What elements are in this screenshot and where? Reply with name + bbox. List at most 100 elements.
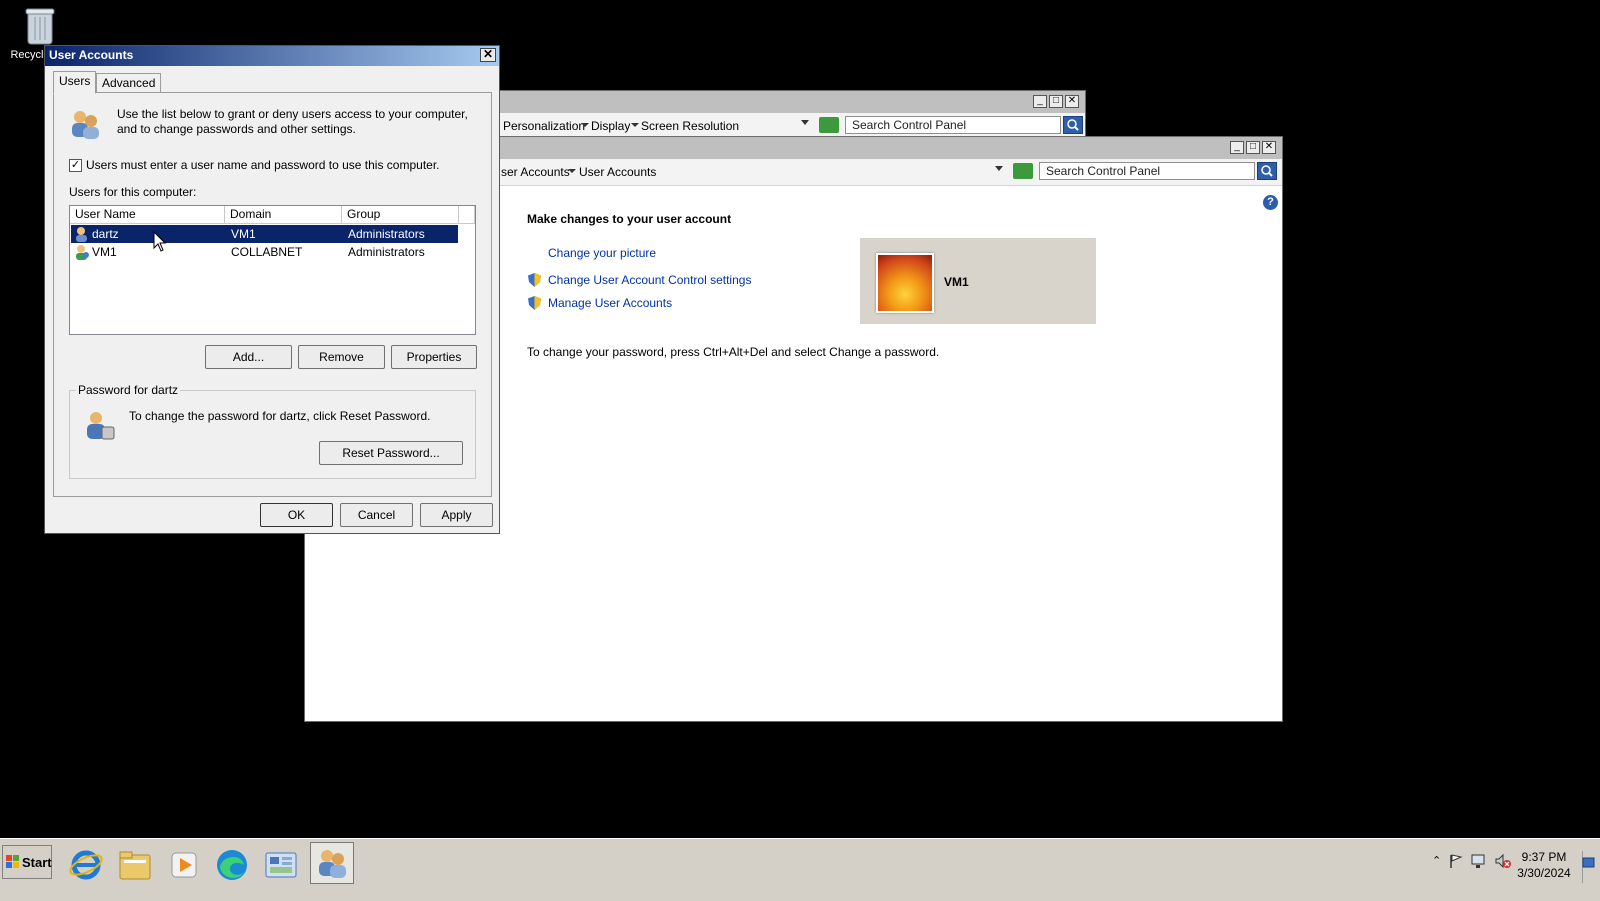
address-history-chevron-icon[interactable] — [995, 166, 1003, 171]
chevron-down-icon[interactable] — [581, 123, 589, 127]
manage-user-accounts-link[interactable]: Manage User Accounts — [548, 296, 672, 310]
volume-muted-icon[interactable] — [1494, 853, 1512, 869]
refresh-icon[interactable] — [1013, 163, 1033, 179]
help-icon[interactable]: ? — [1263, 195, 1278, 210]
media-player-taskbar-button[interactable] — [164, 845, 204, 885]
search-icon — [1067, 119, 1079, 131]
users-list-label: Users for this computer: — [69, 185, 197, 199]
show-desktop-button[interactable] — [1582, 851, 1595, 883]
column-header-domain[interactable]: Domain — [225, 206, 342, 224]
password-instructions: To change the password for dartz, click … — [129, 409, 431, 423]
chevron-down-icon[interactable] — [568, 169, 576, 173]
uac-shield-icon — [528, 273, 541, 287]
apply-button[interactable]: Apply — [420, 503, 493, 527]
reset-password-button[interactable]: Reset Password... — [319, 441, 463, 465]
account-tile: VM1 — [860, 238, 1096, 324]
display-window[interactable]: _ □ ✕ Personalization Display Screen Res… — [496, 90, 1086, 140]
password-group-label: Password for dartz — [76, 383, 181, 397]
password-groupbox: Password for dartz To change the passwor… — [69, 383, 476, 479]
column-header-user-name[interactable]: User Name — [70, 206, 225, 224]
clock-time: 9:37 PM — [1521, 850, 1567, 864]
row-group: Administrators — [348, 227, 425, 241]
search-button[interactable] — [1257, 162, 1277, 180]
account-name: VM1 — [944, 275, 969, 289]
maximize-button[interactable]: □ — [1049, 95, 1063, 108]
users-list[interactable]: User Name Domain Group dartz VM1 Adminis… — [69, 205, 476, 335]
change-picture-link[interactable]: Change your picture — [548, 246, 656, 260]
control-panel-icon — [265, 852, 297, 878]
display-window-titlebar[interactable]: _ □ ✕ — [497, 91, 1085, 113]
password-note: To change your password, press Ctrl+Alt+… — [527, 345, 940, 359]
tab-advanced[interactable]: Advanced — [96, 73, 162, 93]
breadcrumb-user-accounts-parent[interactable]: ser Accounts — [501, 165, 570, 179]
user-key-icon — [87, 412, 115, 440]
users-icon — [72, 111, 99, 139]
require-login-checkbox[interactable]: ✓ — [69, 159, 82, 172]
table-row[interactable]: VM1 COLLABNET Administrators — [71, 243, 458, 261]
show-desktop-icon — [1582, 857, 1595, 868]
properties-button[interactable]: Properties — [391, 345, 477, 369]
column-header-spacer — [459, 206, 475, 224]
domain-user-icon — [76, 245, 89, 260]
network-icon[interactable] — [1470, 853, 1488, 869]
refresh-icon[interactable] — [819, 117, 839, 133]
windows-logo-icon — [6, 855, 19, 868]
address-history-chevron-icon[interactable] — [801, 120, 809, 125]
intro-text: Use the list below to grant or deny user… — [117, 107, 468, 136]
start-button[interactable]: Start — [2, 845, 52, 879]
breadcrumb-display[interactable]: Display — [591, 119, 630, 133]
breadcrumb-user-accounts[interactable]: User Accounts — [579, 165, 656, 179]
mouse-cursor-icon — [153, 231, 167, 252]
row-group: Administrators — [348, 245, 425, 259]
search-icon — [1261, 165, 1273, 177]
edge-icon — [217, 850, 247, 880]
user-icon — [76, 227, 87, 242]
search-input[interactable]: Search Control Panel — [1039, 162, 1255, 180]
cancel-button[interactable]: Cancel — [340, 503, 413, 527]
minimize-button[interactable]: _ — [1230, 141, 1244, 154]
tab-users[interactable]: Users — [53, 71, 97, 94]
chevron-down-icon[interactable] — [631, 123, 639, 127]
close-button[interactable]: ✕ — [1262, 141, 1276, 154]
maximize-button[interactable]: □ — [1246, 141, 1260, 154]
edge-taskbar-button[interactable] — [212, 845, 252, 885]
row-domain: VM1 — [231, 227, 256, 241]
users-icon — [319, 850, 346, 878]
search-input[interactable]: Search Control Panel — [845, 116, 1061, 134]
user-accounts-taskbar-button[interactable] — [310, 842, 354, 884]
ok-button[interactable]: OK — [260, 503, 333, 527]
close-button[interactable]: ✕ — [1065, 95, 1079, 108]
clock[interactable]: 9:37 PM 3/30/2024 — [1514, 849, 1574, 881]
row-domain: COLLABNET — [231, 245, 303, 259]
dialog-titlebar[interactable]: User Accounts ✕ — [45, 46, 499, 66]
internet-explorer-taskbar-button[interactable] — [66, 845, 106, 885]
action-center-flag-icon[interactable] — [1448, 853, 1464, 869]
file-explorer-taskbar-button[interactable] — [115, 845, 155, 885]
column-header-group[interactable]: Group — [342, 206, 459, 224]
control-panel-taskbar-button[interactable] — [261, 845, 301, 885]
change-uac-settings-link[interactable]: Change User Account Control settings — [548, 273, 751, 287]
page-title: Make changes to your user account — [527, 212, 732, 226]
clock-date: 3/30/2024 — [1517, 866, 1571, 880]
dialog-close-button[interactable]: ✕ — [480, 48, 496, 62]
search-button[interactable] — [1063, 116, 1083, 134]
table-row[interactable]: dartz VM1 Administrators — [71, 225, 458, 243]
breadcrumb-personalization[interactable]: Personalization — [503, 119, 585, 133]
recycle-bin-icon — [25, 6, 55, 46]
user-accounts-dialog[interactable]: User Accounts ✕ Users Advanced Use the l… — [44, 45, 500, 534]
system-tray: ⌃ 9:37 PM 3/30/2024 — [1426, 849, 1596, 891]
uac-shield-icon — [528, 296, 541, 310]
show-hidden-icons-chevron-icon[interactable]: ⌃ — [1432, 854, 1441, 867]
minimize-button[interactable]: _ — [1033, 95, 1047, 108]
require-login-label: Users must enter a user name and passwor… — [86, 158, 440, 172]
dialog-title: User Accounts — [49, 48, 134, 62]
media-player-icon — [171, 852, 197, 878]
row-user-name: dartz — [92, 227, 119, 241]
folder-icon — [119, 851, 151, 880]
remove-user-button[interactable]: Remove — [298, 345, 385, 369]
account-picture[interactable] — [876, 253, 934, 313]
add-user-button[interactable]: Add... — [205, 345, 292, 369]
breadcrumb-screen-resolution[interactable]: Screen Resolution — [641, 119, 739, 133]
row-user-name: VM1 — [92, 245, 117, 259]
internet-explorer-icon — [69, 850, 103, 880]
